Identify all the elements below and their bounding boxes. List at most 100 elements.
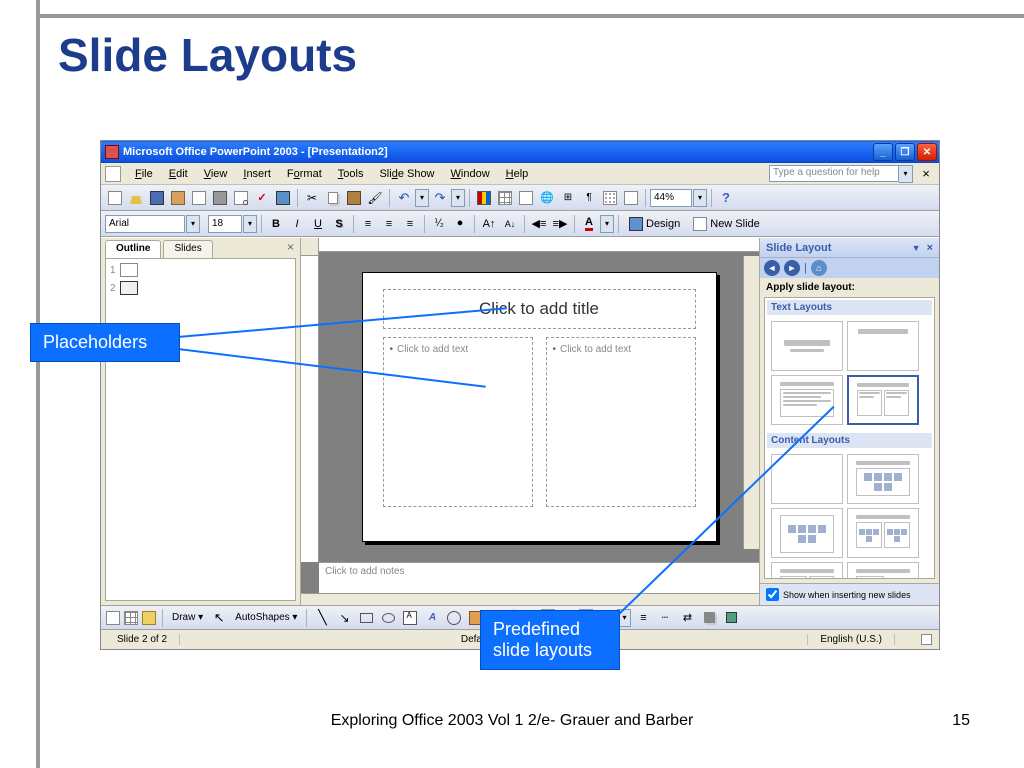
undo-dropdown[interactable]: ▾ xyxy=(415,189,429,207)
zoom-input[interactable]: 44% xyxy=(650,189,692,207)
3d-style-icon[interactable] xyxy=(721,608,741,628)
normal-view-icon[interactable] xyxy=(105,610,121,626)
paste-icon[interactable] xyxy=(344,188,364,208)
show-inserting-checkbox-input[interactable] xyxy=(766,588,779,601)
numbering-icon[interactable]: ⅟₂ xyxy=(429,214,449,234)
spelling-icon[interactable]: ✓ xyxy=(252,188,272,208)
layout-3content[interactable] xyxy=(771,562,843,579)
permission-icon[interactable] xyxy=(168,188,188,208)
pane-close-icon[interactable]: × xyxy=(287,240,294,258)
design-button[interactable]: Design xyxy=(623,215,686,233)
decrease-indent-icon[interactable]: ◀≡ xyxy=(529,214,549,234)
expand-icon[interactable]: ⊞ xyxy=(558,188,578,208)
fontcolor-dropdown[interactable]: ▾ xyxy=(600,215,614,233)
cut-icon[interactable]: ✂ xyxy=(302,188,322,208)
layout-title-2col-text[interactable] xyxy=(847,375,919,425)
undo-icon[interactable]: ↶ xyxy=(394,188,414,208)
right-text-placeholder[interactable]: •Click to add text xyxy=(546,337,696,507)
layout-title-text[interactable] xyxy=(771,375,843,425)
title-placeholder[interactable]: Click to add title xyxy=(383,289,696,329)
textbox-icon[interactable]: A xyxy=(400,608,420,628)
hyperlink-icon[interactable]: 🌐 xyxy=(537,188,557,208)
layout-list[interactable]: Text Layouts xyxy=(764,297,935,579)
select-arrow-icon[interactable]: ↖ xyxy=(209,608,229,628)
oval-icon[interactable] xyxy=(378,608,398,628)
maximize-button[interactable]: ❐ xyxy=(895,143,915,161)
layout-blank[interactable] xyxy=(771,454,843,504)
tab-outline[interactable]: Outline xyxy=(105,240,161,258)
mail-icon[interactable] xyxy=(189,188,209,208)
menu-file[interactable]: File xyxy=(127,166,161,182)
chart-icon[interactable] xyxy=(474,188,494,208)
menu-view[interactable]: View xyxy=(196,166,236,182)
color-icon[interactable] xyxy=(621,188,641,208)
layout-content[interactable] xyxy=(847,454,919,504)
taskpane-close-icon[interactable]: × xyxy=(927,242,933,254)
document-icon[interactable] xyxy=(105,166,121,182)
bold-icon[interactable]: B xyxy=(266,214,286,234)
new-slide-button[interactable]: New Slide xyxy=(687,215,766,233)
font-dropdown[interactable]: ▾ xyxy=(186,215,200,233)
diagram-icon[interactable] xyxy=(444,608,464,628)
preview-icon[interactable] xyxy=(231,188,251,208)
tab-slides[interactable]: Slides xyxy=(163,240,212,258)
slide-canvas[interactable]: Click to add title •Click to add text •C… xyxy=(362,272,717,542)
dashstyle-icon[interactable]: ┄ xyxy=(655,608,675,628)
research-icon[interactable] xyxy=(273,188,293,208)
increase-font-icon[interactable]: A↑ xyxy=(479,214,499,234)
layout-title-slide[interactable] xyxy=(771,321,843,371)
save-icon[interactable] xyxy=(147,188,167,208)
menu-format[interactable]: Format xyxy=(279,166,330,182)
linestyle-icon[interactable]: ≡ xyxy=(633,608,653,628)
wordart-icon[interactable]: A xyxy=(422,608,442,628)
help-icon[interactable]: ? xyxy=(716,188,736,208)
align-right-icon[interactable]: ≡ xyxy=(400,214,420,234)
menu-insert[interactable]: Insert xyxy=(235,166,279,182)
open-icon[interactable] xyxy=(126,188,146,208)
show-formatting-icon[interactable]: ¶ xyxy=(579,188,599,208)
format-painter-icon[interactable]: 🖌 xyxy=(365,188,385,208)
nav-forward-icon[interactable]: ► xyxy=(784,260,800,276)
layout-title-content[interactable] xyxy=(771,508,843,558)
redo-dropdown[interactable]: ▾ xyxy=(451,189,465,207)
print-icon[interactable] xyxy=(210,188,230,208)
taskpane-menu-dropdown[interactable]: ▼ xyxy=(912,243,921,253)
menu-tools[interactable]: Tools xyxy=(330,166,372,182)
tables-borders-icon[interactable] xyxy=(516,188,536,208)
layout-title-only[interactable] xyxy=(847,321,919,371)
left-text-placeholder[interactable]: •Click to add text xyxy=(383,337,533,507)
italic-icon[interactable]: I xyxy=(287,214,307,234)
status-icon[interactable] xyxy=(919,633,933,647)
shadow-icon[interactable]: S xyxy=(329,214,349,234)
redo-icon[interactable]: ↷ xyxy=(430,188,450,208)
show-when-inserting-checkbox[interactable]: Show when inserting new slides xyxy=(760,583,939,605)
nav-home-icon[interactable]: ⌂ xyxy=(811,260,827,276)
arrowstyle-icon[interactable]: ⇄ xyxy=(677,608,697,628)
copy-icon[interactable] xyxy=(323,188,343,208)
font-selector[interactable]: Arial xyxy=(105,215,185,233)
outline-body[interactable]: 1 2 xyxy=(105,258,296,601)
table-icon[interactable] xyxy=(495,188,515,208)
outline-slide-2[interactable]: 2 xyxy=(110,281,291,295)
layout-4content[interactable] xyxy=(847,562,919,579)
minimize-button[interactable]: _ xyxy=(873,143,893,161)
increase-indent-icon[interactable]: ≡▶ xyxy=(550,214,570,234)
menu-edit[interactable]: Edit xyxy=(161,166,196,182)
vertical-scrollbar[interactable] xyxy=(743,256,759,549)
outline-slide-1[interactable]: 1 xyxy=(110,263,291,277)
shadow-style-icon[interactable] xyxy=(699,608,719,628)
slideshow-view-icon[interactable] xyxy=(141,610,157,626)
fontsize-selector[interactable]: 18 xyxy=(208,215,242,233)
menu-window[interactable]: Window xyxy=(443,166,498,182)
rectangle-icon[interactable] xyxy=(356,608,376,628)
slide-canvas-area[interactable]: Click to add title •Click to add text •C… xyxy=(319,252,759,562)
document-close-button[interactable]: × xyxy=(919,166,933,181)
menu-slideshow[interactable]: Slide Show xyxy=(371,166,442,182)
close-button[interactable]: ✕ xyxy=(917,143,937,161)
autoshapes-menu[interactable]: AutoShapes ▾ xyxy=(231,610,301,625)
sorter-view-icon[interactable] xyxy=(123,610,139,626)
horizontal-scrollbar[interactable] xyxy=(301,593,759,605)
align-left-icon[interactable]: ≡ xyxy=(358,214,378,234)
new-icon[interactable] xyxy=(105,188,125,208)
grid-icon[interactable] xyxy=(600,188,620,208)
